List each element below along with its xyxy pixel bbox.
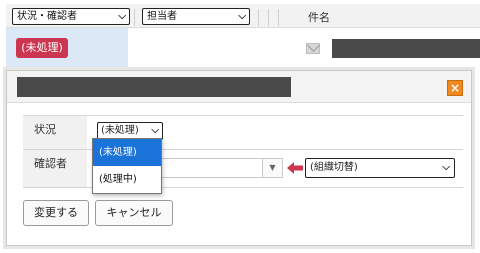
dropdown-option-processing[interactable]: (処理中) [93,166,161,193]
status-dropdown-list: (未処理) (処理中) [92,138,162,194]
chevron-down-icon: ⌵ [442,162,450,173]
dialog-titlebar: × [7,71,471,103]
status-filter-select[interactable]: 状況・確認者 ⌵ [12,8,130,25]
table-row[interactable]: (未処理) [6,28,480,68]
list-header: 状況・確認者 ⌵ 担当者 ⌵ 件名 [6,4,480,28]
cancel-button[interactable]: キャンセル [95,200,173,226]
redacted-dialog-title [17,77,291,97]
arrow-left-icon [287,162,303,174]
status-label: 状況 [23,116,87,149]
status-row: 状況 (未処理) ⌵ [23,116,463,150]
header-divider [268,9,269,26]
status-cell: (未処理) [6,28,128,68]
org-switch-select[interactable]: (組織切替) ⌵ [305,158,455,178]
form-table: 状況 (未処理) ⌵ 確認者 ▼ (組織切替) ⌵ [23,115,463,188]
chevron-down-icon: ⌵ [118,11,126,22]
status-select-value: (未処理) [101,125,139,136]
chevron-down-icon: ⌵ [238,11,246,22]
confirmer-dropdown-button[interactable]: ▼ [263,158,283,178]
confirmer-label: 確認者 [23,150,87,187]
status-filter-value: 状況・確認者 [17,11,77,22]
assignee-filter-value: 担当者 [147,11,177,22]
org-switch-value: (組織切替) [310,162,358,173]
header-divider [134,9,135,26]
close-button[interactable]: × [447,80,463,96]
header-divider [278,9,279,26]
status-badge[interactable]: (未処理) [16,38,68,58]
dropdown-option-unprocessed[interactable]: (未処理) [93,139,161,166]
confirmer-row: 確認者 ▼ (組織切替) ⌵ [23,150,463,188]
mail-icon[interactable] [306,43,320,54]
status-change-dialog: × 状況 (未処理) ⌵ 確認者 ▼ (組織切替) ⌵ 変更する キャンセル [6,70,472,246]
header-divider [258,9,259,26]
chevron-down-icon: ⌵ [151,125,159,136]
assignee-filter-select[interactable]: 担当者 ⌵ [142,8,250,25]
change-button[interactable]: 変更する [23,200,89,226]
column-title-subject: 件名 [308,11,330,24]
redacted-subject [332,39,480,58]
